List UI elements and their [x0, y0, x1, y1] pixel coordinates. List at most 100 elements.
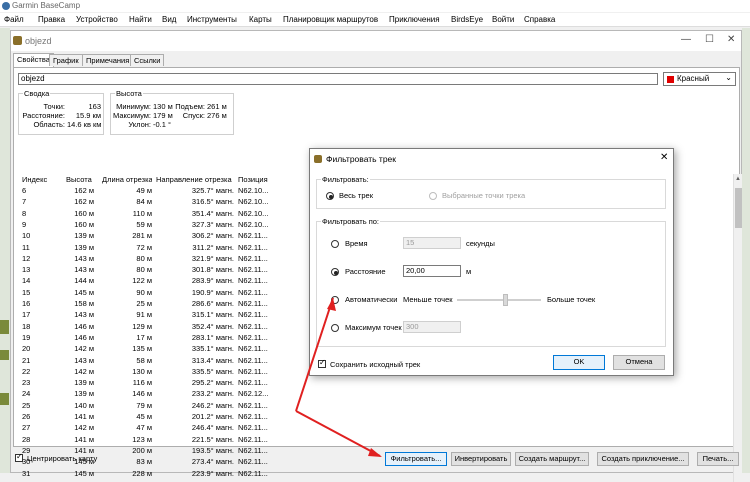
table-row[interactable]: 19146 м17 м283.1° магн.N62.11... — [18, 333, 274, 344]
table-row[interactable]: 18146 м129 м352.4° магн.N62.11... — [18, 322, 274, 333]
menu-adventures[interactable]: Приключения — [389, 15, 440, 24]
table-cell: 190.9° магн. — [156, 288, 234, 297]
table-cell: 135 м — [102, 344, 152, 353]
table-row[interactable]: 28141 м123 м221.5° магн.N62.11... — [18, 435, 274, 446]
points-slider-track[interactable] — [457, 299, 541, 301]
time-radio[interactable] — [331, 240, 339, 248]
distance-radio[interactable] — [331, 268, 339, 276]
table-cell: 79 м — [102, 401, 152, 410]
ok-button[interactable]: OK — [553, 355, 605, 370]
menu-tools[interactable]: Инструменты — [187, 15, 237, 24]
table-row[interactable]: 27142 м47 м246.4° магн.N62.11... — [18, 423, 274, 434]
table-row[interactable]: 24139 м146 м233.2° магн.N62.12... — [18, 389, 274, 400]
table-cell: N62.10... — [238, 220, 272, 229]
keep-original-checkbox[interactable]: ✓ — [318, 360, 326, 368]
time-unit: секунды — [466, 239, 495, 248]
whole-track-radio[interactable] — [326, 192, 334, 200]
auto-label: Автоматически — [345, 295, 397, 304]
menu-edit[interactable]: Правка — [38, 15, 65, 24]
minimize-button[interactable]: — — [681, 34, 691, 45]
table-row[interactable]: 9160 м59 м327.3° магн.N62.10... — [18, 220, 274, 231]
table-cell: 17 — [22, 310, 52, 319]
time-input[interactable]: 15 — [403, 237, 461, 249]
table-row[interactable]: 23139 м116 м295.2° магн.N62.11... — [18, 378, 274, 389]
tab-links[interactable]: Ссылки — [130, 54, 164, 66]
table-cell: 295.2° магн. — [156, 378, 234, 387]
max-points-radio[interactable] — [331, 324, 339, 332]
table-row[interactable]: 26141 м45 м201.2° магн.N62.11... — [18, 412, 274, 423]
column-header-elevation[interactable]: Высота — [66, 175, 92, 184]
invert-button[interactable]: Инвертировать — [451, 452, 511, 466]
column-header-leg-length[interactable]: Длина отрезка — [102, 175, 152, 184]
table-row[interactable]: 8160 м110 м351.4° магн.N62.10... — [18, 209, 274, 220]
menu-find[interactable]: Найти — [129, 15, 152, 24]
menu-route-planner[interactable]: Планировщик маршрутов — [283, 15, 378, 24]
table-cell: 144 м — [66, 276, 94, 285]
distance-input[interactable]: 20,00 — [403, 265, 461, 277]
maximize-button[interactable]: ☐ — [705, 34, 714, 45]
menu-file[interactable]: Файл — [4, 15, 24, 24]
close-button[interactable]: ✕ — [727, 34, 735, 45]
menu-device[interactable]: Устройство — [76, 15, 118, 24]
menu-birdseye[interactable]: BirdsEye — [451, 15, 483, 24]
table-row[interactable]: 7162 м84 м316.5° магн.N62.10... — [18, 197, 274, 208]
table-row[interactable]: 12143 м80 м321.9° магн.N62.11... — [18, 254, 274, 265]
track-points-table: Индекс Высота Длина отрезка Направление … — [18, 175, 274, 480]
table-cell: 15 — [22, 288, 52, 297]
descent-label: Спуск: — [171, 111, 205, 120]
tab-graph[interactable]: График — [49, 54, 83, 66]
print-button[interactable]: Печать... — [697, 452, 739, 466]
scroll-up-icon[interactable]: ▲ — [735, 176, 741, 182]
table-row[interactable]: 21143 м58 м313.4° магн.N62.11... — [18, 356, 274, 367]
table-cell: 246.2° магн. — [156, 401, 234, 410]
table-cell: 19 — [22, 333, 52, 342]
center-map-label: Центрировать карту — [27, 454, 97, 463]
cancel-button[interactable]: Отмена — [613, 355, 665, 370]
track-color-select[interactable]: Красный ⌄ — [663, 72, 736, 86]
create-route-button[interactable]: Создать маршрут... — [515, 452, 589, 466]
table-cell: 158 м — [66, 299, 94, 308]
table-cell: 90 м — [102, 288, 152, 297]
track-name-input[interactable]: objezd — [18, 73, 658, 85]
center-map-checkbox[interactable]: ✓ — [15, 454, 23, 462]
table-row[interactable]: 11139 м72 м311.2° магн.N62.11... — [18, 243, 274, 254]
max-points-input[interactable]: 300 — [403, 321, 461, 333]
elevation-title: Высота — [115, 89, 143, 98]
auto-radio[interactable] — [331, 296, 339, 304]
table-scrollbar[interactable]: ▲ — [733, 174, 742, 482]
table-cell: 306.2° магн. — [156, 231, 234, 240]
menu-login[interactable]: Войти — [492, 15, 514, 24]
menu-help[interactable]: Справка — [524, 15, 555, 24]
scrollbar-thumb[interactable] — [735, 188, 742, 228]
table-cell: 21 — [22, 356, 52, 365]
table-cell: 12 — [22, 254, 52, 263]
tab-notes[interactable]: Примечания — [82, 54, 133, 66]
column-header-leg-course[interactable]: Направление отрезка — [156, 175, 232, 184]
table-row[interactable]: 25140 м79 м246.2° магн.N62.11... — [18, 401, 274, 412]
table-row[interactable]: 15145 м90 м190.9° магн.N62.11... — [18, 288, 274, 299]
table-cell: 130 м — [102, 367, 152, 376]
table-row[interactable]: 13143 м80 м301.8° магн.N62.11... — [18, 265, 274, 276]
tab-properties[interactable]: Свойства — [13, 53, 54, 67]
table-row[interactable]: 20142 м135 м335.1° магн.N62.11... — [18, 344, 274, 355]
table-cell: 23 — [22, 378, 52, 387]
table-row[interactable]: 10139 м281 м306.2° магн.N62.11... — [18, 231, 274, 242]
table-row[interactable]: 17143 м91 м315.1° магн.N62.11... — [18, 310, 274, 321]
menu-maps[interactable]: Карты — [249, 15, 272, 24]
selected-points-radio[interactable] — [429, 192, 437, 200]
dialog-title: Фильтровать трек — [326, 154, 396, 164]
table-row[interactable]: 22142 м130 м335.5° магн.N62.11... — [18, 367, 274, 378]
menu-view[interactable]: Вид — [162, 15, 176, 24]
column-header-position[interactable]: Позиция — [238, 175, 268, 184]
table-row[interactable]: 16158 м25 м286.6° магн.N62.11... — [18, 299, 274, 310]
table-cell: 301.8° магн. — [156, 265, 234, 274]
create-adventure-button[interactable]: Создать приключение... — [597, 452, 689, 466]
filter-button[interactable]: Фильтровать... — [385, 452, 447, 466]
table-row[interactable]: 6162 м49 м325.7° магн.N62.10... — [18, 186, 274, 197]
table-cell: 143 м — [66, 254, 94, 263]
table-cell: N62.11... — [238, 276, 272, 285]
dialog-close-button[interactable]: ✕ — [660, 152, 668, 163]
table-row[interactable]: 14144 м122 м283.9° магн.N62.11... — [18, 276, 274, 287]
points-slider-thumb[interactable] — [503, 294, 508, 306]
column-header-index[interactable]: Индекс — [22, 175, 47, 184]
